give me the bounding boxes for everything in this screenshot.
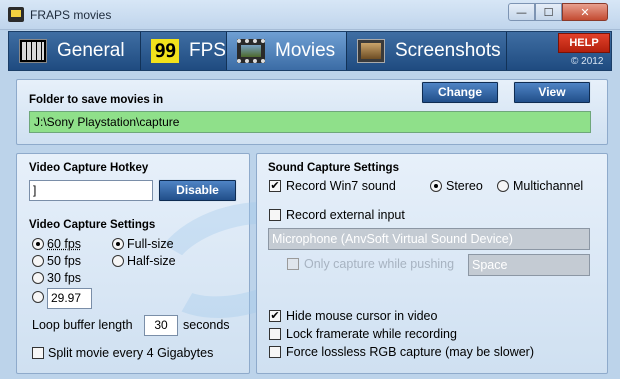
push-to-capture-checkbox[interactable] xyxy=(287,258,299,270)
half-size-label: Half-size xyxy=(127,254,176,268)
multichannel-label: Multichannel xyxy=(513,179,584,193)
split-movie-checkbox[interactable] xyxy=(32,347,44,359)
fps-30-label: 30 fps xyxy=(47,271,82,285)
lock-framerate-checkbox[interactable] xyxy=(269,328,281,340)
multichannel-radio[interactable] xyxy=(497,180,509,192)
tab-fps-label: FPS xyxy=(189,40,226,61)
change-folder-button[interactable]: Change xyxy=(422,82,498,103)
hotkey-input[interactable]: ] xyxy=(29,180,153,201)
hide-cursor-label: Hide mouse cursor in video xyxy=(286,309,438,323)
fps-60-radio[interactable] xyxy=(32,238,44,250)
fraps-app-icon xyxy=(8,7,24,22)
push-key-input[interactable]: Space xyxy=(468,254,590,276)
stereo-label: Stereo xyxy=(446,179,483,193)
folder-path-field[interactable]: J:\Sony Playstation\capture xyxy=(29,111,591,133)
tab-general[interactable]: General xyxy=(9,32,141,70)
loop-buffer-unit: seconds xyxy=(183,318,230,332)
window-title: FRAPS movies xyxy=(30,8,112,22)
fps-50-label: 50 fps xyxy=(47,254,82,268)
fps-60-label: 60 fps xyxy=(47,237,82,251)
minimize-button[interactable]: — xyxy=(508,3,535,21)
loop-buffer-input[interactable]: 30 xyxy=(144,315,178,336)
tab-screenshots-label: Screenshots xyxy=(395,40,501,61)
stereo-radio[interactable] xyxy=(430,180,442,192)
push-to-capture-label: Only capture while pushing xyxy=(304,257,455,271)
lossless-capture-label: Force lossless RGB capture (may be slowe… xyxy=(286,345,534,359)
record-win7-checkbox[interactable]: ✔ xyxy=(269,180,281,192)
general-icon xyxy=(19,39,47,63)
tab-fps[interactable]: 99 FPS xyxy=(141,32,227,70)
tab-bar: General 99 FPS Movies Screenshots xyxy=(8,31,612,71)
fps-icon: 99 xyxy=(151,39,179,63)
fps-50-radio[interactable] xyxy=(32,255,44,267)
custom-fps-input[interactable]: 29.97 xyxy=(47,288,92,309)
split-movie-label: Split movie every 4 Gigabytes xyxy=(48,346,214,360)
record-external-checkbox[interactable] xyxy=(269,209,281,221)
disable-hotkey-button[interactable]: Disable xyxy=(159,180,236,201)
sound-heading: Sound Capture Settings xyxy=(268,162,399,174)
hide-cursor-checkbox[interactable]: ✔ xyxy=(269,310,281,322)
fps-custom-radio[interactable] xyxy=(32,291,44,303)
close-button[interactable]: ✕ xyxy=(562,3,608,21)
tab-movies-label: Movies xyxy=(275,40,336,61)
tab-screenshots[interactable]: Screenshots xyxy=(347,32,507,70)
movies-icon xyxy=(237,39,265,63)
half-size-radio[interactable] xyxy=(112,255,124,267)
record-external-label: Record external input xyxy=(286,208,405,222)
view-folder-button[interactable]: View xyxy=(514,82,590,103)
lock-framerate-label: Lock framerate while recording xyxy=(286,327,457,341)
tab-general-label: General xyxy=(57,40,125,61)
sound-device-select[interactable]: Microphone (AnvSoft Virtual Sound Device… xyxy=(268,228,590,250)
copyright-text: © 2012 xyxy=(571,56,604,67)
record-win7-label: Record Win7 sound xyxy=(286,179,396,193)
help-button[interactable]: HELP xyxy=(558,33,610,53)
full-size-label: Full-size xyxy=(127,237,174,251)
full-size-radio[interactable] xyxy=(112,238,124,250)
screenshots-icon xyxy=(357,39,385,63)
folder-heading: Folder to save movies in xyxy=(29,94,164,106)
tab-movies[interactable]: Movies xyxy=(227,32,347,70)
hotkey-heading: Video Capture Hotkey xyxy=(29,162,149,174)
video-settings-heading: Video Capture Settings xyxy=(29,219,156,231)
lossless-capture-checkbox[interactable] xyxy=(269,346,281,358)
loop-buffer-label: Loop buffer length xyxy=(32,318,133,332)
maximize-button[interactable]: ☐ xyxy=(535,3,562,21)
fps-30-radio[interactable] xyxy=(32,272,44,284)
